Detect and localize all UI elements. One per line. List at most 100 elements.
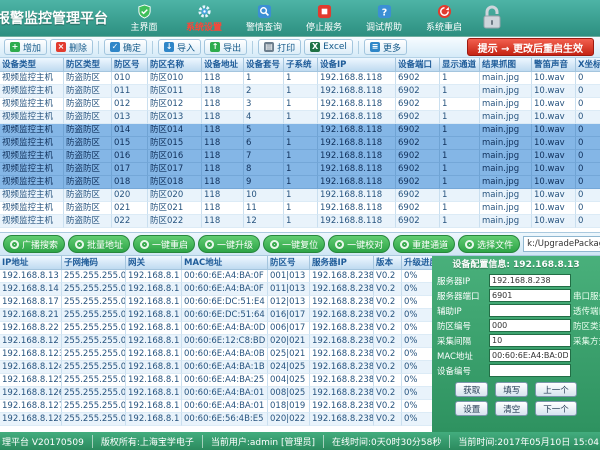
- one-key-upgrade-button[interactable]: 一键升级: [198, 235, 260, 253]
- column-header[interactable]: 子系统: [284, 58, 318, 72]
- collect-interval-input[interactable]: [489, 334, 571, 347]
- print-button[interactable]: ▤打印: [258, 39, 301, 55]
- column-header[interactable]: 网关: [126, 256, 182, 270]
- rebuild-channel-button[interactable]: 重建通道: [393, 235, 455, 253]
- table-cell: main.jpg: [480, 72, 532, 85]
- choose-file-button[interactable]: 选择文件: [458, 235, 520, 253]
- import-button[interactable]: ↓导入: [158, 39, 201, 55]
- column-header[interactable]: 服务器IP: [310, 256, 374, 270]
- table-row[interactable]: 视频监控主机防盗防区012防区01211831192.168.8.1186902…: [0, 98, 600, 111]
- table-cell: 118: [202, 189, 244, 202]
- zone-number-input[interactable]: [489, 319, 571, 332]
- column-header[interactable]: 防区号: [112, 58, 148, 72]
- column-header[interactable]: 设备地址: [202, 58, 244, 72]
- column-header[interactable]: 结果抓图: [480, 58, 532, 72]
- nav-alarm-query[interactable]: 警情查询: [234, 0, 294, 36]
- toolbar-separator: [152, 41, 153, 54]
- nav-system-settings[interactable]: 系统设置: [174, 0, 234, 36]
- set-button[interactable]: 设置: [455, 401, 488, 416]
- column-header[interactable]: IP地址: [0, 256, 62, 270]
- nav-main-screen[interactable]: 主界面: [114, 0, 174, 36]
- table-row[interactable]: 视频监控主机防盗防区010防区01011811192.168.8.1186902…: [0, 72, 600, 85]
- aux-ip-input[interactable]: [489, 304, 571, 317]
- table-row[interactable]: 192.168.8.17255.255.255.0192.168.8.100:6…: [0, 296, 432, 309]
- table-row[interactable]: 192.168.8.123255.255.255.0192.168.8.100:…: [0, 348, 432, 361]
- table-row[interactable]: 视频监控主机防盗防区017防区01711881192.168.8.1186902…: [0, 163, 600, 176]
- delete-button[interactable]: ×删除: [50, 39, 93, 55]
- column-header[interactable]: 设备端口: [396, 58, 440, 72]
- column-header[interactable]: 设备IP: [318, 58, 396, 72]
- column-header[interactable]: 子网掩码: [62, 256, 126, 270]
- table-row[interactable]: 192.168.8.126255.255.255.0192.168.8.100:…: [0, 387, 432, 400]
- column-header[interactable]: 设备类型: [0, 58, 64, 72]
- field-label: 辅助IP: [437, 305, 487, 317]
- table-row[interactable]: 192.168.8.12255.255.255.0192.168.8.100:6…: [0, 335, 432, 348]
- clear-button[interactable]: 清空: [495, 401, 528, 416]
- table-cell: 防盗防区: [64, 163, 112, 176]
- table-row[interactable]: 视频监控主机防盗防区018防区01811891192.168.8.1186902…: [0, 176, 600, 189]
- table-cell: main.jpg: [480, 163, 532, 176]
- fetch-button[interactable]: 获取: [455, 382, 488, 397]
- nav-stop-service[interactable]: 停止服务: [294, 0, 354, 36]
- column-header[interactable]: MAC地址: [182, 256, 268, 270]
- table-row[interactable]: 视频监控主机防盗防区020防区020118101192.168.8.118690…: [0, 189, 600, 202]
- button-label: Excel: [323, 42, 347, 52]
- previous-button[interactable]: 上一个: [535, 382, 577, 397]
- one-key-restart-button[interactable]: 一键重启: [133, 235, 195, 253]
- table-cell: 192.168.8.118: [318, 176, 396, 189]
- column-header[interactable]: 防区类型: [64, 58, 112, 72]
- excel-button[interactable]: XExcel: [304, 39, 353, 55]
- fill-button[interactable]: 填写: [495, 382, 528, 397]
- server-port-input[interactable]: [489, 289, 571, 302]
- export-button[interactable]: ↑导出: [204, 39, 247, 55]
- more-button[interactable]: ≡更多: [364, 39, 407, 55]
- table-cell: 1: [284, 163, 318, 176]
- current-time-text: 当前时间:2017年05月10日 15:04:45: [450, 435, 600, 448]
- table-row[interactable]: 视频监控主机防盗防区022防区022118121192.168.8.118690…: [0, 215, 600, 228]
- table-row[interactable]: 192.168.8.14255.255.255.0192.168.8.100:6…: [0, 283, 432, 296]
- upgrade-package-path-input[interactable]: [523, 236, 600, 252]
- table-row[interactable]: 192.168.8.128255.255.255.0192.168.8.100:…: [0, 413, 432, 426]
- add-button[interactable]: +增加: [4, 39, 47, 55]
- column-header[interactable]: 防区名称: [148, 58, 202, 72]
- table-row[interactable]: 192.168.8.21255.255.255.0192.168.8.100:6…: [0, 309, 432, 322]
- next-button[interactable]: 下一个: [535, 401, 577, 416]
- column-header[interactable]: 升级进度: [402, 256, 432, 270]
- mac-address-input[interactable]: [489, 349, 571, 362]
- table-row[interactable]: 192.168.8.124255.255.255.0192.168.8.100:…: [0, 361, 432, 374]
- nav-system-restart[interactable]: 系统重启: [414, 0, 474, 36]
- column-header[interactable]: 设备套号: [244, 58, 284, 72]
- column-header[interactable]: 警笛声音: [532, 58, 576, 72]
- confirm-button[interactable]: ✓确定: [104, 39, 147, 55]
- device-number-input[interactable]: [489, 364, 571, 377]
- column-header[interactable]: 防区号: [268, 256, 310, 270]
- nav-debug-help[interactable]: ? 调试帮助: [354, 0, 414, 36]
- column-header[interactable]: X坐标: [576, 58, 600, 72]
- column-header[interactable]: 版本: [374, 256, 402, 270]
- table-cell: 防区014: [148, 124, 202, 137]
- table-row[interactable]: 视频监控主机防盗防区011防区01111821192.168.8.1186902…: [0, 85, 600, 98]
- table-cell: 020: [112, 189, 148, 202]
- table-row[interactable]: 视频监控主机防盗防区021防区021118111192.168.8.118690…: [0, 202, 600, 215]
- server-ip-input[interactable]: [489, 274, 571, 287]
- broadcast-search-button[interactable]: 广播搜索: [3, 235, 65, 253]
- table-row[interactable]: 视频监控主机防盗防区013防区01311841192.168.8.1186902…: [0, 111, 600, 124]
- table-cell: main.jpg: [480, 85, 532, 98]
- table-cell: 0%: [402, 374, 432, 387]
- button-label: 确定: [123, 41, 141, 54]
- lock-icon[interactable]: [480, 4, 504, 32]
- batch-address-button[interactable]: 批量地址: [68, 235, 130, 253]
- one-key-reset-button[interactable]: 一键复位: [263, 235, 325, 253]
- table-row[interactable]: 192.168.8.125255.255.255.0192.168.8.100:…: [0, 374, 432, 387]
- table-cell: 1: [440, 150, 480, 163]
- table-row[interactable]: 视频监控主机防盗防区014防区01411851192.168.8.1186902…: [0, 124, 600, 137]
- table-row[interactable]: 视频监控主机防盗防区015防区01511861192.168.8.1186902…: [0, 137, 600, 150]
- table-row[interactable]: 192.168.8.22255.255.255.0192.168.8.100:6…: [0, 322, 432, 335]
- table-row[interactable]: 视频监控主机防盗防区016防区01611871192.168.8.1186902…: [0, 150, 600, 163]
- table-cell: 192.168.8.118: [318, 85, 396, 98]
- field-label: MAC地址: [437, 350, 487, 362]
- one-key-sync-button[interactable]: 一键校对: [328, 235, 390, 253]
- column-header[interactable]: 显示通道: [440, 58, 480, 72]
- table-row[interactable]: 192.168.8.13255.255.255.0192.168.8.100:6…: [0, 270, 432, 283]
- table-row[interactable]: 192.168.8.127255.255.255.0192.168.8.100:…: [0, 400, 432, 413]
